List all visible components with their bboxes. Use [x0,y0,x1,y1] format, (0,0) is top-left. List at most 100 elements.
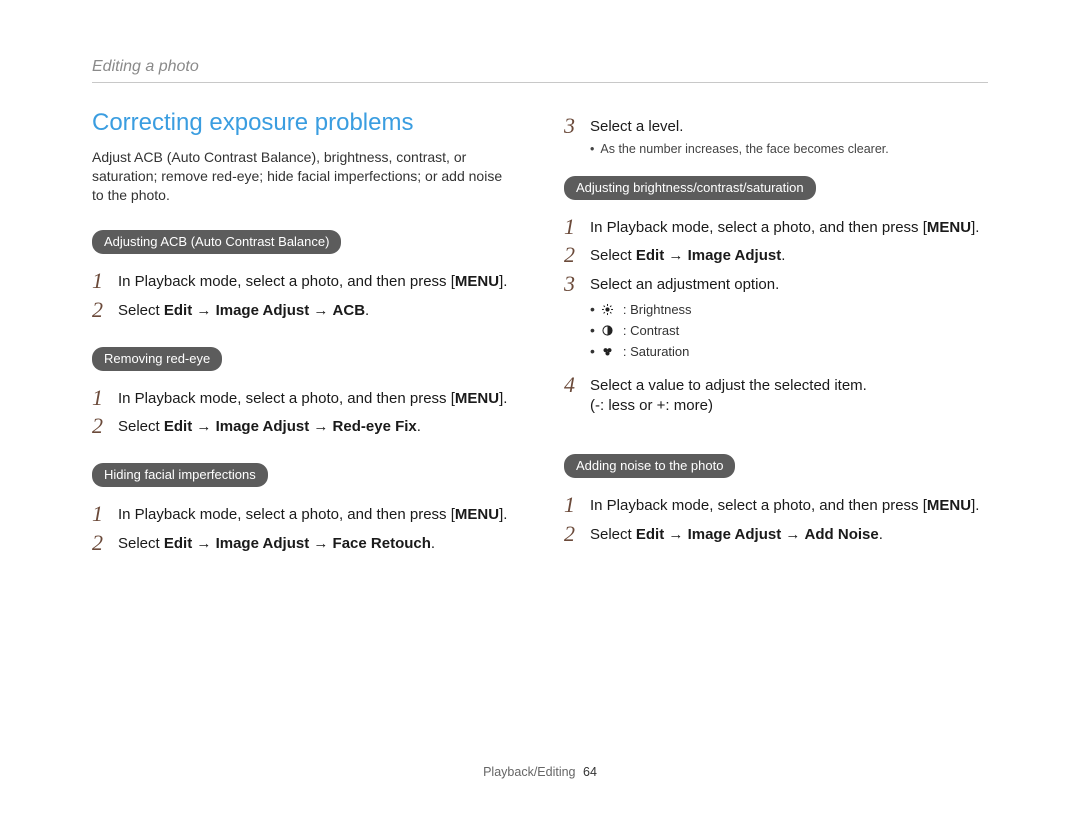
step-row: 3 Select an adjustment option. [564,273,984,295]
step-body: In Playback mode, select a photo, and th… [590,494,979,516]
step-number: 3 [564,115,580,137]
arrow-icon: → [668,526,683,543]
step-number: 2 [564,244,580,266]
arrow-icon: → [668,247,683,264]
label-select: Select [590,247,632,264]
step-note: As the number increases, the face become… [590,141,984,158]
step-body: In Playback mode, select a photo, and th… [118,270,507,292]
arrow-icon: → [313,418,328,435]
step-number: 2 [564,523,580,545]
step-number: 2 [92,299,108,321]
label-select: Select [118,418,160,435]
arrow-icon: → [313,535,328,552]
menu-key: MENU [455,506,499,523]
step-number: 1 [92,270,108,292]
step-number: 1 [564,494,580,516]
step-body: In Playback mode, select a photo, and th… [118,503,507,525]
manual-page: Editing a photo Correcting exposure prob… [0,0,1080,815]
list-item: : Contrast [590,320,984,341]
step-number: 1 [92,387,108,409]
arrow-icon: → [196,418,211,435]
label-add-noise: Add Noise [805,526,879,543]
step-number: 3 [564,273,580,295]
pill-noise: Adding noise to the photo [564,454,735,478]
step-text: In Playback mode, select a photo, and th… [118,390,447,407]
contrast-icon [601,323,615,337]
step-number: 1 [564,216,580,238]
step-row: 1 In Playback mode, select a photo, and … [92,503,512,525]
step-row: 3 Select a level. [564,115,984,137]
section-heading: Correcting exposure problems [92,109,512,138]
step-row: 1 In Playback mode, select a photo, and … [564,494,984,516]
menu-key: MENU [927,497,971,514]
label-edit: Edit [636,526,664,543]
step-body: Select Edit → Image Adjust → ACB. [118,299,369,321]
arrow-icon: → [196,535,211,552]
arrow-icon: → [785,526,800,543]
step-row: 1 In Playback mode, select a photo, and … [92,387,512,409]
menu-key: MENU [927,219,971,236]
step-body: Select Edit → Image Adjust. [590,244,785,266]
brightness-icon [601,302,615,316]
step-row: 2 Select Edit → Image Adjust. [564,244,984,266]
step-body: Select a level. [590,115,683,137]
step-row: 2 Select Edit → Image Adjust → ACB. [92,299,512,321]
step-text: Select an adjustment option. [590,276,779,293]
page-footer: Playback/Editing 64 [0,765,1080,779]
step-body: In Playback mode, select a photo, and th… [590,216,979,238]
step-row: 1 In Playback mode, select a photo, and … [92,270,512,292]
label-select: Select [118,535,160,552]
step-text: Select a level. [590,118,683,135]
option-contrast: : Contrast [623,321,679,341]
saturation-icon [601,344,615,358]
note-text: As the number increases, the face become… [600,142,888,156]
step-body: Select Edit → Image Adjust → Add Noise. [590,523,883,545]
label-edit: Edit [164,302,192,319]
label-image-adjust: Image Adjust [688,526,782,543]
step-text-extra: (-: less or +: more) [590,397,713,414]
footer-section: Playback/Editing [483,765,575,779]
label-redeye-fix: Red-eye Fix [333,418,417,435]
step-row: 2 Select Edit → Image Adjust → Face Reto… [92,532,512,554]
adjustment-options-list: : Brightness : Contrast : Saturation [590,299,984,362]
label-edit: Edit [636,247,664,264]
step-text: In Playback mode, select a photo, and th… [118,506,447,523]
list-item: : Brightness [590,299,984,320]
step-row: 4 Select a value to adjust the selected … [564,374,984,417]
label-face-retouch: Face Retouch [333,535,431,552]
label-image-adjust: Image Adjust [216,418,310,435]
step-body: In Playback mode, select a photo, and th… [118,387,507,409]
column-right: 3 Select a level. As the number increase… [564,109,984,558]
label-image-adjust: Image Adjust [216,302,310,319]
step-body: Select an adjustment option. [590,273,779,295]
label-image-adjust: Image Adjust [688,247,782,264]
step-body: Select a value to adjust the selected it… [590,374,867,417]
label-edit: Edit [164,535,192,552]
page-number: 64 [583,765,597,779]
option-brightness: : Brightness [623,300,692,320]
step-row: 2 Select Edit → Image Adjust → Add Noise… [564,523,984,545]
option-saturation: : Saturation [623,342,690,362]
label-edit: Edit [164,418,192,435]
pill-face: Hiding facial imperfections [92,463,268,487]
step-number: 1 [92,503,108,525]
menu-key: MENU [455,390,499,407]
arrow-icon: → [313,302,328,319]
pill-acb: Adjusting ACB (Auto Contrast Balance) [92,230,341,254]
menu-key: MENU [455,273,499,290]
step-row: 1 In Playback mode, select a photo, and … [564,216,984,238]
running-head: Editing a photo [92,58,988,83]
two-column-layout: Correcting exposure problems Adjust ACB … [92,109,988,558]
step-text: In Playback mode, select a photo, and th… [590,497,919,514]
arrow-icon: → [196,302,211,319]
step-number: 2 [92,532,108,554]
label-image-adjust: Image Adjust [216,535,310,552]
label-acb: ACB [333,302,366,319]
step-text: In Playback mode, select a photo, and th… [590,219,919,236]
pill-redeye: Removing red-eye [92,347,222,371]
bullet-icon [590,142,600,156]
step-number: 2 [92,415,108,437]
step-text: In Playback mode, select a photo, and th… [118,273,447,290]
step-text: Select a value to adjust the selected it… [590,377,867,394]
section-intro: Adjust ACB (Auto Contrast Balance), brig… [92,148,512,205]
